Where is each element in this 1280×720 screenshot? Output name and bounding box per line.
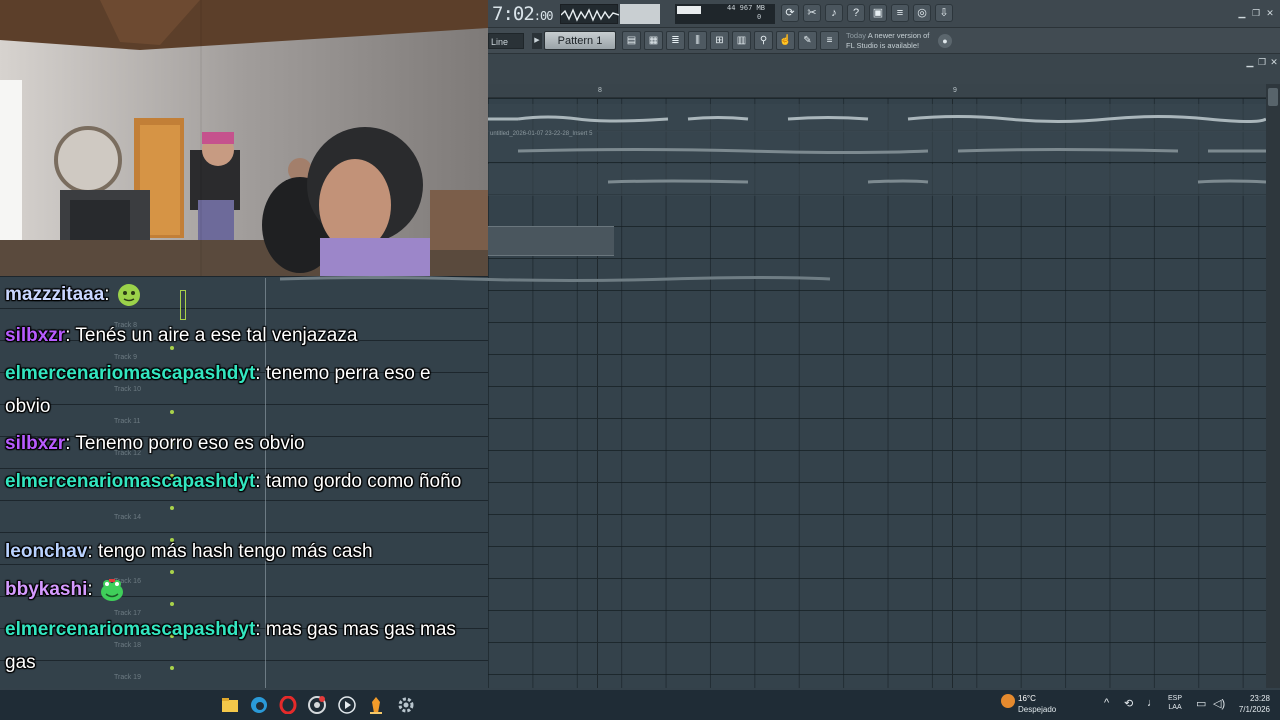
playlist-minimize-icon[interactable]: ▁ xyxy=(1244,56,1256,68)
chat-message: leonchav: tengo más hash tengo más cash xyxy=(5,541,373,562)
green-blob-emote xyxy=(116,282,142,308)
mixer-view-icon[interactable]: ⫼ xyxy=(688,31,707,50)
chat-username: elmercenariomascapashdyt xyxy=(5,363,256,384)
clock-time: 23:28 xyxy=(1249,694,1270,703)
save-icon[interactable]: ▣ xyxy=(869,4,887,22)
step-sequencer-icon[interactable]: ▦ xyxy=(644,31,663,50)
chat-message: elmercenariomascapashdyt: tamo gordo com… xyxy=(5,471,462,492)
chat-message: silbxzr: Tenemo porro eso es obvio xyxy=(5,433,305,454)
opera-icon[interactable] xyxy=(279,696,297,714)
chat-message: silbxzr: Tenés un aire a ese tal venjaza… xyxy=(5,325,358,346)
cpu-bar xyxy=(677,6,701,14)
oscilloscope-display xyxy=(560,4,620,24)
news-icon[interactable]: ● xyxy=(938,34,952,48)
minimize-icon[interactable]: ▁ xyxy=(1236,7,1248,19)
cpu-value: 44 xyxy=(727,4,736,12)
audio-clip[interactable] xyxy=(488,164,1266,196)
fl-studio-icon[interactable] xyxy=(367,696,385,714)
edge-icon[interactable] xyxy=(250,696,268,714)
wrench-icon[interactable]: ✎ xyxy=(798,31,817,50)
chat-text: tengo más hash tengo más cash xyxy=(97,541,373,562)
chat-username: elmercenariomascapashdyt xyxy=(5,471,256,492)
language-indicator[interactable]: ESP LAA xyxy=(1168,694,1182,712)
microphone-tray-icon[interactable]: ♩ xyxy=(1147,697,1158,709)
master-volume-meter[interactable] xyxy=(620,4,660,24)
webcam-feed xyxy=(0,0,488,276)
chevron-up-icon[interactable]: ^ xyxy=(1104,697,1109,709)
poly-value: 0 xyxy=(757,13,762,21)
cut-icon[interactable]: ✂ xyxy=(803,4,821,22)
sync-icon[interactable]: ⟲ xyxy=(1124,697,1133,710)
system-clock[interactable]: 23:28 7/1/2026 xyxy=(1228,693,1270,715)
scroll-thumb[interactable] xyxy=(1268,88,1278,106)
chat-username: mazzzitaaa xyxy=(5,284,105,305)
audio-clip[interactable] xyxy=(488,104,1266,132)
media-player-icon[interactable] xyxy=(338,696,356,714)
ruler-mark: 8 xyxy=(598,87,602,94)
pattern-selector[interactable]: Pattern 1 xyxy=(544,31,616,50)
plugin-icon[interactable]: ⚲ xyxy=(754,31,773,50)
download-icon[interactable]: ⇩ xyxy=(935,4,953,22)
settings-icon[interactable] xyxy=(397,696,415,714)
restore-icon[interactable]: ❐ xyxy=(1250,7,1262,19)
frog-emote xyxy=(99,577,125,603)
note-icon[interactable]: ≡ xyxy=(820,31,839,50)
chat-message: bbykashi: xyxy=(5,573,475,606)
pattern-prev-icon[interactable]: ▶ xyxy=(532,33,542,49)
chat-text: tamo gordo como ñoño xyxy=(265,471,462,492)
chrome-icon[interactable] xyxy=(308,696,326,714)
lang-code: ESP xyxy=(1168,695,1183,702)
webcam-image xyxy=(0,0,488,276)
touch-icon[interactable]: ☝ xyxy=(776,31,795,50)
audio-clip[interactable]: untitled_2026-01-07 23-22-28_Insert 5 xyxy=(488,130,1266,162)
chat-message: elmercenariomascapashdyt: mas gas mas ga… xyxy=(5,619,456,673)
display-icon[interactable]: ▭ xyxy=(1196,697,1206,710)
ruler-mark: 9 xyxy=(953,87,957,94)
mixer-icon[interactable]: ≡ xyxy=(891,4,909,22)
browser-icon[interactable]: ▥ xyxy=(732,31,751,50)
chat-text: Tenemo porro eso es obvio xyxy=(75,433,305,454)
chat-message: mazzzitaaa: xyxy=(5,278,475,311)
chat-icon[interactable]: ◎ xyxy=(913,4,931,22)
clock-date: 7/1/2026 xyxy=(1238,705,1270,714)
playlist-icon[interactable]: ▤ xyxy=(622,31,641,50)
vertical-scrollbar[interactable] xyxy=(1266,84,1280,688)
chat-username: elmercenariomascapashdyt xyxy=(5,619,256,640)
close-icon[interactable]: ✕ xyxy=(1264,7,1276,19)
piano-roll-icon[interactable]: ≣ xyxy=(666,31,685,50)
weather-temp: 16°C xyxy=(1018,694,1036,703)
oscilloscope-wave-icon xyxy=(560,8,620,22)
playlist-restore-icon[interactable]: ❐ xyxy=(1256,56,1268,68)
memory-value: 967 MB xyxy=(739,4,765,12)
weather-condition: Despejado xyxy=(1018,705,1057,714)
chat-message: elmercenariomascapashdyt: tenemo perra e… xyxy=(5,363,431,417)
track-led[interactable] xyxy=(170,506,174,510)
lang-layout: LAA xyxy=(1168,704,1182,711)
snap-select[interactable]: Line xyxy=(488,33,524,49)
microphone-icon[interactable]: ♪ xyxy=(825,4,843,22)
track-label: Track 14 xyxy=(114,514,141,521)
chat-username: bbykashi xyxy=(5,579,88,600)
help-icon[interactable]: ? xyxy=(847,4,865,22)
chat-text: Tenés un aire a ese tal venjazaza xyxy=(75,325,358,346)
chat-username: leonchav xyxy=(5,541,88,562)
windows-taskbar xyxy=(0,690,1280,720)
update-hint[interactable]: Today A newer version of FL Studio is av… xyxy=(846,31,934,51)
cpu-memory-meter: 44 967 MB 0 xyxy=(675,4,775,24)
song-position-clock[interactable]: 7:02:00 xyxy=(492,3,553,25)
chat-username: silbxzr xyxy=(5,325,66,346)
weather-sun-icon xyxy=(1001,694,1015,708)
files-icon[interactable] xyxy=(221,696,239,714)
channel-rack-icon[interactable]: ⊞ xyxy=(710,31,729,50)
automation-clip[interactable] xyxy=(488,226,614,256)
chat-username: silbxzr xyxy=(5,433,66,454)
metronome-icon[interactable]: ⟳ xyxy=(781,4,799,22)
playlist-close-icon[interactable]: ✕ xyxy=(1268,56,1280,68)
playlist-header: ▁ ❐ ✕ xyxy=(488,54,1280,84)
volume-icon[interactable]: ◁) xyxy=(1213,697,1225,710)
timeline-ruler[interactable]: 8 9 xyxy=(488,84,1266,98)
